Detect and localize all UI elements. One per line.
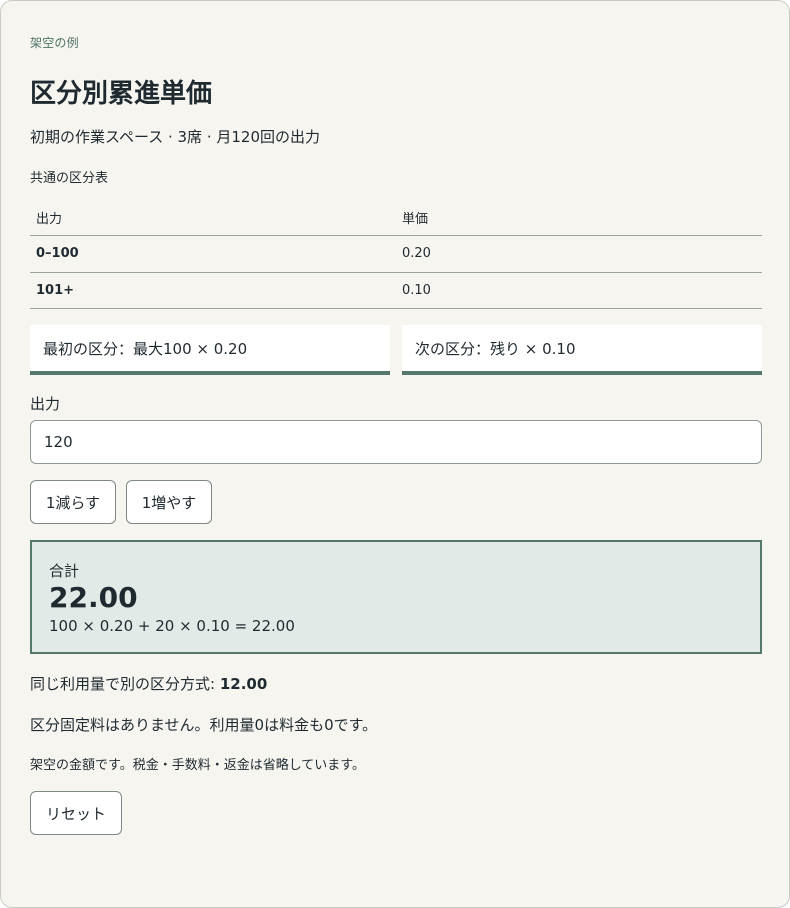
eyebrow-label: 架空の例 <box>30 36 79 50</box>
fee-note: 区分固定料はありません。利用量0は料金も0です。 <box>30 716 378 734</box>
total-formula: 100 × 0.20 + 20 × 0.10 = 22.00 <box>49 617 295 635</box>
tier-card-next: 次の区分：残り × 0.10 <box>402 325 762 375</box>
alternative-pricing: 同じ利用量で別の区分方式: 12.00 <box>30 673 267 694</box>
tier-breakdown: 最初の区分：最大100 × 0.20 次の区分：残り × 0.10 <box>30 325 762 375</box>
pricing-card: 架空の例 区分別累進単価 初期の作業スペース · 3席 · 月120回の出力 共… <box>0 0 790 908</box>
table-caption: 共通の区分表 <box>30 171 109 186</box>
alternative-label: 同じ利用量で別の区分方式: <box>30 675 220 693</box>
tier-price: 0.20 <box>396 235 762 273</box>
alternative-value: 12.00 <box>219 675 268 693</box>
reset-button[interactable]: リセット <box>30 791 122 835</box>
tier-range: 101+ <box>30 272 396 309</box>
increment-button[interactable]: 1増やす <box>126 480 212 524</box>
tier-table: 出力 単価 0–100 0.20 101+ 0.10 <box>30 199 762 309</box>
decrement-button[interactable]: 1減らす <box>30 480 116 524</box>
tier-range: 0–100 <box>30 235 396 273</box>
column-header-output: 出力 <box>30 199 396 236</box>
table-header-row: 出力 単価 <box>30 199 762 236</box>
column-header-price: 単価 <box>396 199 762 236</box>
page-title: 区分別累進単価 <box>30 79 213 109</box>
page-subtitle: 初期の作業スペース · 3席 · 月120回の出力 <box>30 128 320 146</box>
quantity-label: 出力 <box>30 395 61 413</box>
table-row: 101+ 0.10 <box>30 272 762 309</box>
tier-card-first: 最初の区分：最大100 × 0.20 <box>30 325 390 375</box>
tier-price: 0.10 <box>396 272 762 309</box>
total-value: 22.00 <box>49 581 138 614</box>
total-panel: 合計 22.00 100 × 0.20 + 20 × 0.10 = 22.00 <box>30 540 762 654</box>
table-row: 0–100 0.20 <box>30 235 762 273</box>
disclaimer: 架空の金額です。税金・手数料・返金は省略しています。 <box>30 758 366 773</box>
quantity-input[interactable] <box>30 420 762 464</box>
total-label: 合計 <box>49 562 80 580</box>
